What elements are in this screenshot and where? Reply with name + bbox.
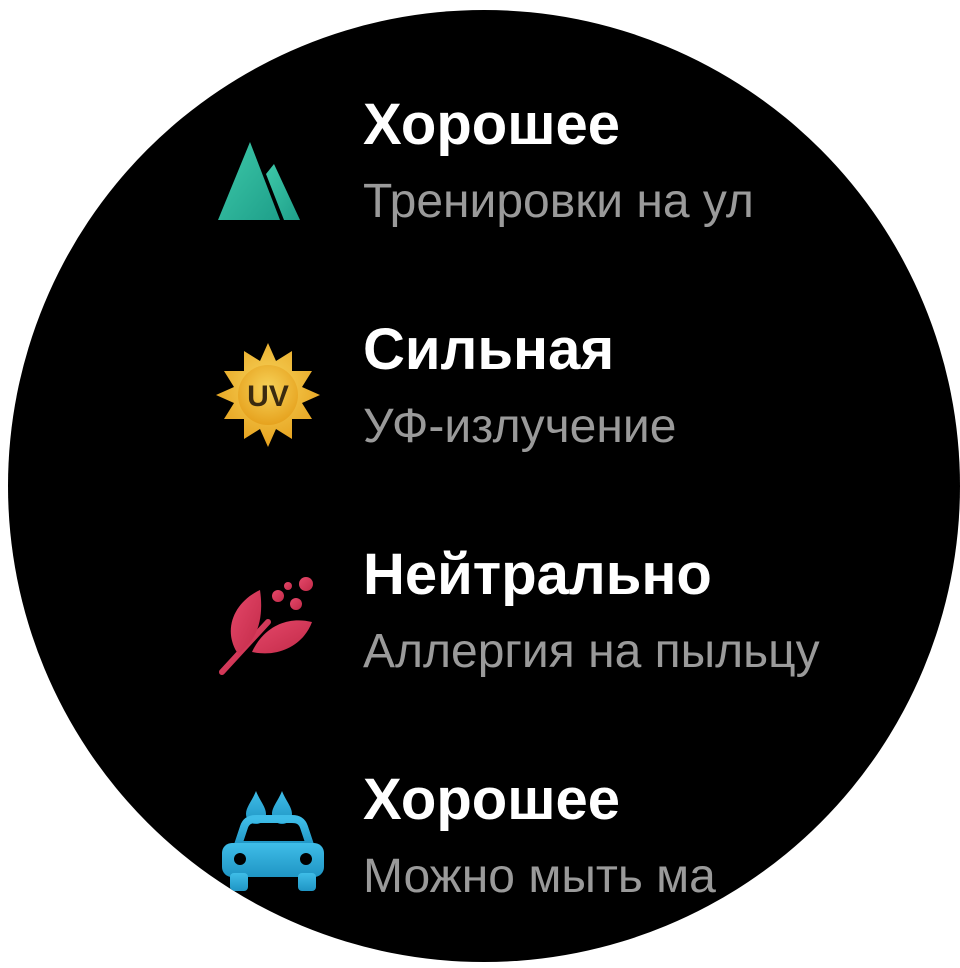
item-subtitle: Аллергия на пыльцу	[363, 625, 820, 678]
pollen-leaf-icon	[208, 560, 328, 680]
mountain-icon	[208, 110, 328, 230]
car-wash-icon	[208, 785, 328, 905]
list-item-uv[interactable]: UV Сильная УФ-излучение	[208, 315, 960, 465]
item-title: Сильная	[363, 317, 615, 382]
item-subtitle: УФ-излучение	[363, 400, 677, 453]
item-title: Нейтрально	[363, 542, 712, 607]
item-subtitle: Тренировки на ул	[363, 175, 754, 228]
item-subtitle: Можно мыть ма	[363, 850, 716, 903]
item-title: Хорошее	[363, 92, 621, 157]
uv-sun-icon: UV	[208, 335, 328, 455]
list-item-car-wash[interactable]: Хорошее Можно мыть ма	[208, 765, 960, 915]
uv-label: UV	[247, 380, 289, 413]
list-item-outdoor-training[interactable]: Хорошее Тренировки на ул	[208, 90, 960, 240]
watch-screen: Хорошее Тренировки на ул UV Сильная УФ-и…	[8, 10, 960, 962]
item-title: Хорошее	[363, 767, 621, 832]
list-item-pollen[interactable]: Нейтрально Аллергия на пыльцу	[208, 540, 960, 690]
